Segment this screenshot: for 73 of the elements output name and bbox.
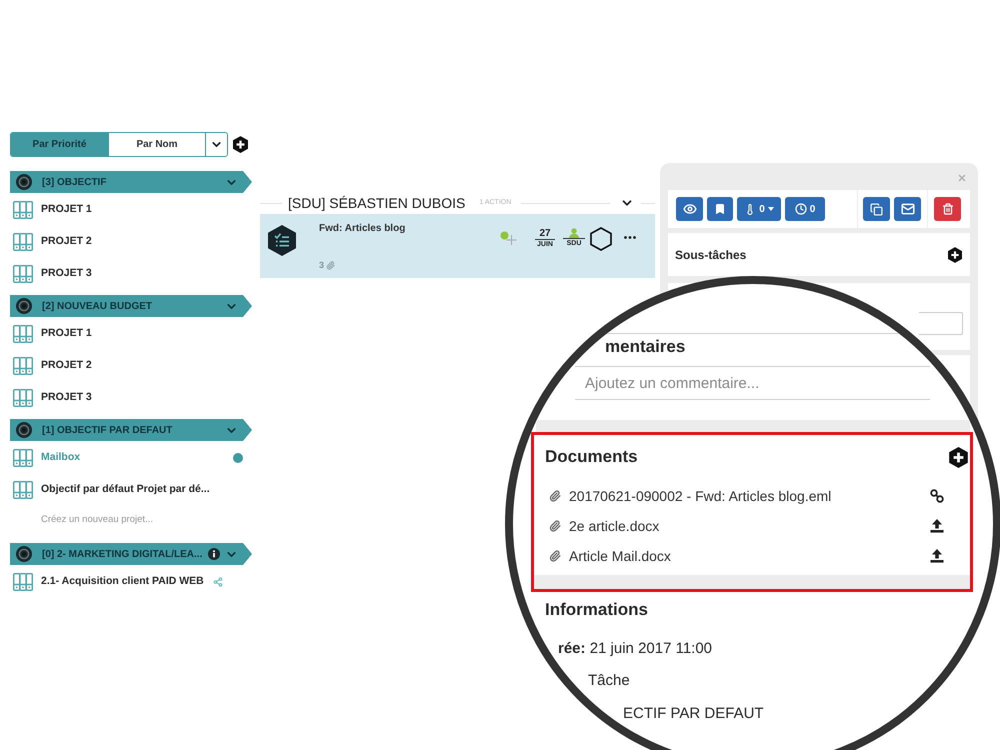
clock-icon [794,203,807,215]
time-button[interactable]: 0 [785,197,825,221]
binder-icon [13,573,33,591]
binder-icon [13,325,33,343]
project-item[interactable]: PROJET 2 [10,226,252,258]
copy-icon [870,202,883,216]
comment-field[interactable]: Ajoutez un commentaire... [575,366,930,400]
link-icon[interactable] [930,489,944,503]
bookmark-button[interactable] [707,197,733,221]
project-item[interactable]: PROJET 1 [10,318,252,350]
binder-icon [13,449,33,467]
binder-icon [13,233,33,251]
target-icon [16,298,32,314]
plus-icon[interactable] [948,246,962,262]
informations-title: Informations [545,600,648,620]
info-line: rée: 21 juin 2017 11:00 [558,641,712,657]
bookmark-icon [714,203,726,215]
duplicate-button[interactable] [863,197,890,221]
objective-header[interactable]: [2] NOUVEAU BUDGET [10,295,252,317]
subtasks-title: Sous-tâches [675,246,746,264]
status-dot-icon [233,453,243,463]
upload-icon[interactable] [930,519,944,533]
binder-icon [13,201,33,219]
email-button[interactable] [894,197,921,221]
binder-icon [13,481,33,499]
due-day: 27 [539,228,551,239]
binder-icon [13,389,33,407]
document-link[interactable]: 2e article.docx [569,516,660,536]
project-item[interactable]: PROJET 3 [10,258,252,290]
task-title: Fwd: Articles blog [319,222,406,236]
more-icon[interactable] [624,236,636,239]
plus-icon[interactable] [949,446,968,468]
caret-down-icon [768,207,774,211]
project-item[interactable]: PROJET 3 [10,382,252,414]
target-icon [16,546,32,562]
project-item[interactable]: PROJET 2 [10,350,252,382]
priority-button[interactable]: 0 [737,197,781,221]
view-button[interactable] [676,197,703,221]
project-item[interactable]: 2.1- Acquisition client PAID WEB [10,566,252,598]
info-line: Tâche [588,673,630,689]
comments-title: mentaires [605,337,686,357]
info-line: ECTIF PAR DEFAUT [623,706,764,722]
info-icon[interactable] [208,548,220,560]
dot-plus-icon[interactable] [500,231,518,245]
sort-tab[interactable]: Par Priorité [11,133,108,156]
objective-header[interactable]: [0] 2- MARKETING DIGITAL/LEA... [10,543,252,565]
objective-header[interactable]: [1] OBJECTIF PAR DEFAUT [10,419,252,441]
delete-button[interactable] [934,197,961,221]
paperclip-icon [326,260,336,270]
attachment-count: 3 [319,258,324,272]
document-link[interactable]: 20170621-090002 - Fwd: Articles blog.eml [569,486,832,506]
sort-menu-button[interactable] [205,133,227,156]
binder-icon [13,265,33,283]
paperclip-icon [549,550,561,562]
upload-icon[interactable] [930,549,944,563]
target-icon [16,422,32,438]
documents-title: Documents [545,447,638,467]
plus-icon[interactable] [233,136,248,153]
paperclip-icon [549,520,561,532]
project-item[interactable]: Objectif par défaut Projet par dé... [10,474,252,506]
trash-icon [942,203,954,215]
objective-header[interactable]: [3] OBJECTIF [10,171,252,193]
document-link[interactable]: Article Mail.docx [569,546,671,566]
paperclip-icon [549,490,561,502]
eye-icon [682,202,696,216]
binder-icon [13,357,33,375]
assignee-name: [SDU] SÉBASTIEN DUBOIS [288,194,466,213]
envelope-icon [900,202,914,216]
target-icon [16,174,32,190]
project-item[interactable]: PROJET 1 [10,194,252,226]
hexagon-icon[interactable] [590,227,612,251]
checklist-icon [268,225,296,256]
input-field[interactable] [919,312,963,335]
